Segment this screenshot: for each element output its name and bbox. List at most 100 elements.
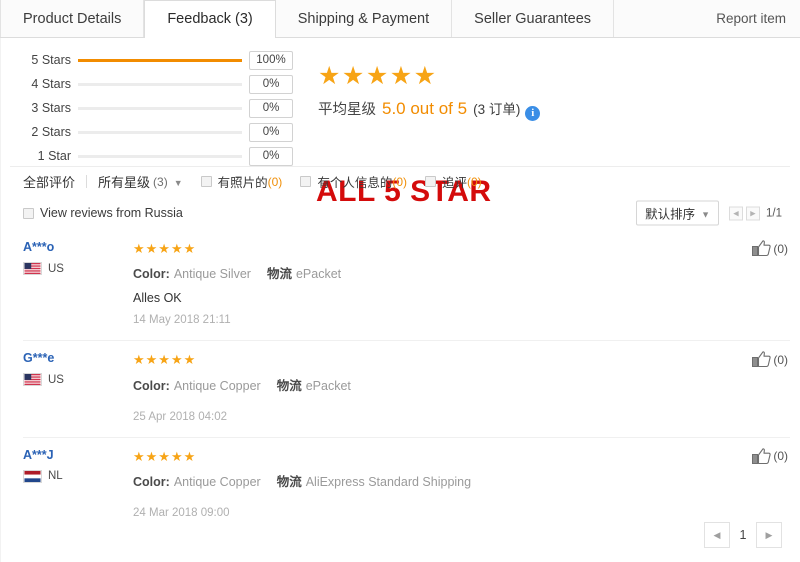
filter-checkbox-with-personal-info[interactable]: 有个人信息的 (0) [300,172,407,191]
rating-bar-fill [78,58,242,62]
tab-bar: Product Details Feedback (3) Shipping & … [0,0,800,38]
review-shipping-value: ePacket [305,378,351,393]
filter-checkbox-with-photos[interactable]: 有照片的 (0) [200,172,282,191]
filter-all-reviews[interactable]: 全部评价 [23,172,75,191]
thumbs-up-icon [752,447,771,464]
checkbox-icon[interactable] [300,176,312,187]
pager-page-text: 1/1 [766,207,782,219]
pagination-prev-button[interactable]: ◀ [704,522,730,548]
review-color-value: Antique Copper [173,474,261,489]
review-username[interactable]: A***J [23,448,133,462]
filter-checkbox-additional-reviews[interactable]: 追评 (0) [425,172,482,191]
star-rating-icon: ★★★★★ [133,241,197,256]
review-country-code: US [48,262,64,275]
checkbox-icon[interactable] [23,207,34,219]
tab-label: Feedback (3) [167,11,253,27]
review-user-column: A***o US [23,240,133,275]
review-body: ★★★★★ Color: Antique Copper 物流 ePacket 2… [133,352,790,423]
review-helpful-count: (0) [773,449,788,464]
review-username[interactable]: A***o [23,240,133,254]
report-item-link[interactable]: Report item [716,0,800,37]
rating-bar-label: 3 Stars [31,101,71,115]
thumbs-up-icon [752,351,771,368]
chevron-down-icon: ▼ [173,177,183,188]
russia-filter-row: View reviews from Russia 默认排序 ▼ ◀ ▶ 1/1 [10,196,790,230]
review-username[interactable]: G***e [23,351,133,365]
review-user-column: G***e US [23,351,133,387]
review-shipping-value: AliExpress Standard Shipping [305,474,472,489]
tab-feedback[interactable]: Feedback (3) [144,0,276,38]
review-shipping-key: 物流 [276,378,302,393]
review-meta: Color: Antique Copper 物流 AliExpress Stan… [133,471,790,490]
review-color-key: Color: [133,267,170,282]
review-meta: Color: Antique Copper 物流 ePacket [133,375,790,394]
chevron-left-icon: ◀ [713,529,721,540]
pager-next-button[interactable]: ▶ [746,206,760,220]
filter-star-select[interactable]: 所有星级 (3) ▼ [98,172,183,191]
thumbs-up-icon [752,240,771,257]
flag-us-icon [23,262,42,275]
review-shipping-value: ePacket [295,267,342,282]
average-rating-block: ★★★★★ 平均星级 5.0 out of 5 (3 订单) i [318,62,541,121]
rating-bar-track [78,58,242,62]
rating-bar-percent: 0% [249,74,293,94]
filter-label: 追评 [442,176,468,190]
filter-divider [86,175,88,188]
review-shipping-key: 物流 [276,474,302,489]
review-helpful-button[interactable]: (0) [752,240,788,257]
report-item-label: Report item [716,11,786,26]
rating-bar-track [78,130,242,134]
pager-prev-button[interactable]: ◀ [729,206,743,220]
review-helpful-button[interactable]: (0) [752,351,788,368]
review-meta: Color: Antique Silver 物流 ePacket [133,263,790,282]
star-rating-icon: ★★★★★ [318,62,438,90]
checkbox-icon[interactable] [425,176,436,187]
rating-breakdown-list: 5 Stars 100% 4 Stars 0% 3 Stars 0% 2 Sta… [0,48,310,168]
tab-shipping-payment[interactable]: Shipping & Payment [275,0,453,37]
filter-count: (0) [392,174,407,189]
sort-dropdown-label: 默认排序 [645,207,696,222]
checkbox-icon[interactable] [200,176,212,187]
review-text: Alles OK [133,291,182,306]
tab-seller-guarantees[interactable]: Seller Guarantees [452,0,615,37]
average-rating-label: 平均星级 [318,102,376,118]
review-helpful-button[interactable]: (0) [752,447,788,465]
star-rating-icon: ★★★★★ [133,352,197,368]
filter-label: 有个人信息的 [317,176,393,190]
rating-bar-percent: 0% [249,146,293,166]
review-date: 25 Apr 2018 04:02 [133,410,227,423]
star-rating-icon: ★★★★★ [133,448,197,464]
tab-product-details[interactable]: Product Details [0,0,145,37]
chevron-right-icon: ▶ [765,529,773,540]
review-helpful-count: (0) [773,352,788,367]
rating-bar-percent: 0% [249,122,293,142]
rating-bar-row: 5 Stars 100% [0,48,310,72]
review-helpful-count: (0) [773,241,788,256]
rating-summary: 5 Stars 100% 4 Stars 0% 3 Stars 0% 2 Sta… [0,38,800,207]
review-date: 14 May 2018 21:11 [133,314,231,327]
review-country: US [23,262,133,275]
tab-bar-spacer [614,0,716,37]
sort-dropdown[interactable]: 默认排序 ▼ [636,200,719,226]
review-item: A***o US ★★★★★ Color: Antique Silver 物流 … [23,230,790,342]
review-item: G***e US ★★★★★ Color: Antique Copper 物流 … [23,341,790,438]
rating-bar-percent: 0% [249,98,293,118]
flag-us-icon [23,373,42,387]
pagination-page-1[interactable]: 1 [730,522,756,548]
flag-nl-icon [23,469,42,483]
average-rating-line: 平均星级 5.0 out of 5 (3 订单) i [318,98,541,121]
review-country-code: NL [48,470,63,483]
feedback-page: Product Details Feedback (3) Shipping & … [0,0,800,562]
pagination-next-button[interactable]: ▶ [756,522,782,548]
review-color-key: Color: [133,474,170,489]
review-shipping-key: 物流 [266,267,292,282]
tab-label: Shipping & Payment [297,10,430,27]
sort-and-pager-controls: 默认排序 ▼ ◀ ▶ 1/1 [636,200,782,226]
russia-filter-label[interactable]: View reviews from Russia [40,206,183,220]
info-icon[interactable]: i [525,105,541,121]
rating-bar-row: 4 Stars 0% [0,72,310,96]
rating-bar-track [78,106,242,110]
review-body: ★★★★★ Color: Antique Silver 物流 ePacket A… [133,241,790,327]
review-color-key: Color: [133,378,170,393]
review-filter-bar: 全部评价 所有星级 (3) ▼ 有照片的 (0) 有个人信息的 (0) 追评 (… [10,166,790,196]
